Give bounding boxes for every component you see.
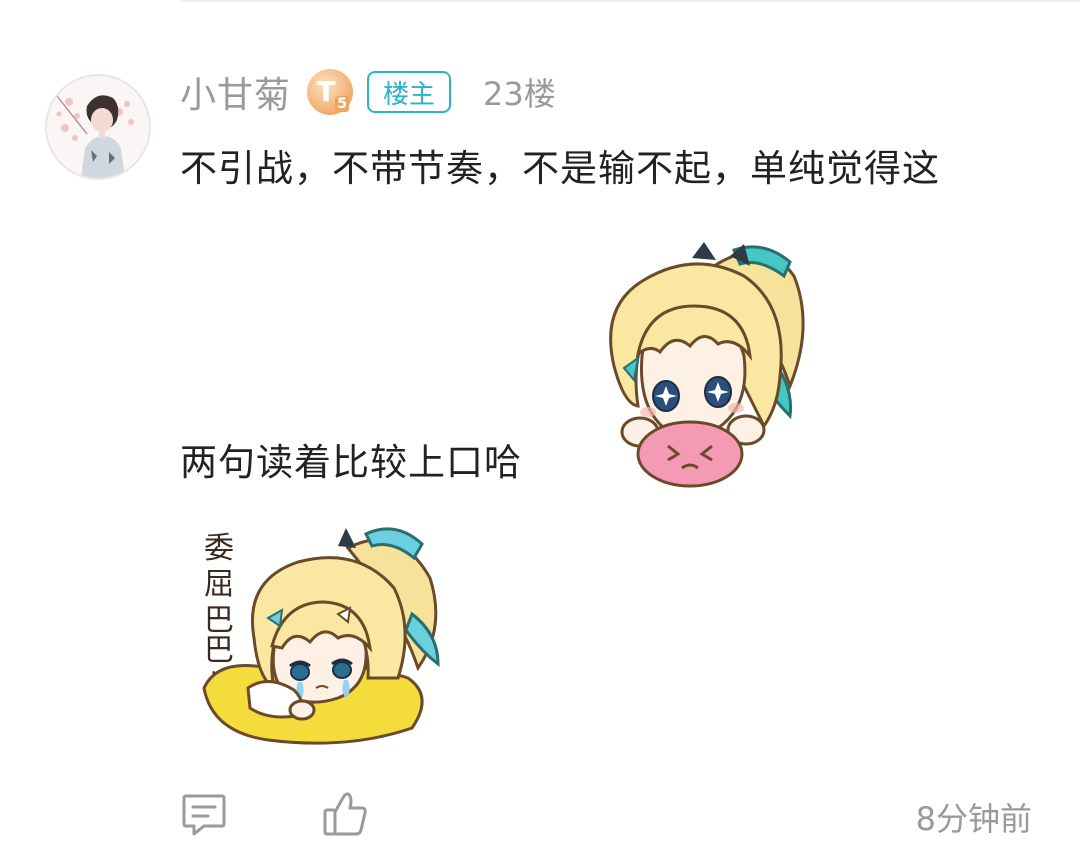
floor-number: 23楼	[483, 75, 556, 113]
sticker-sad-girl-on-pillow[interactable]: 委 屈 巴 巴 …	[198, 518, 452, 746]
divider	[180, 0, 1080, 2]
comment-footer: 8分钟前	[0, 792, 1080, 842]
username[interactable]: 小甘菊	[180, 66, 291, 118]
level-badge-letter: T	[316, 74, 336, 108]
avatar[interactable]	[45, 74, 151, 180]
owner-tag: 楼主	[367, 71, 452, 113]
comment-text-line-1: 不引战，不带节奏，不是输不起，单纯觉得这	[180, 147, 940, 190]
sticker-caption: 委 屈 巴 巴 …	[204, 531, 234, 680]
level-badge: T 5	[307, 69, 354, 115]
thumbs-up-icon[interactable]	[322, 790, 368, 838]
sticker-girl-with-pink-blob[interactable]	[594, 236, 820, 490]
svg-text:委: 委	[204, 531, 234, 566]
comment-text-line-2: 两句读着比较上口哈	[180, 441, 522, 484]
svg-text:屈: 屈	[204, 567, 234, 602]
comment-header: 小甘菊 T 5 楼主 23楼	[180, 64, 556, 120]
post-time: 8分钟前	[915, 800, 1032, 838]
comment-floor: 小甘菊 T 5 楼主 23楼 不引战，不带节奏，不是输不起，单纯觉得这 两句读着…	[0, 0, 1080, 861]
level-badge-number: 5	[335, 96, 350, 112]
comment-icon[interactable]	[180, 792, 228, 838]
